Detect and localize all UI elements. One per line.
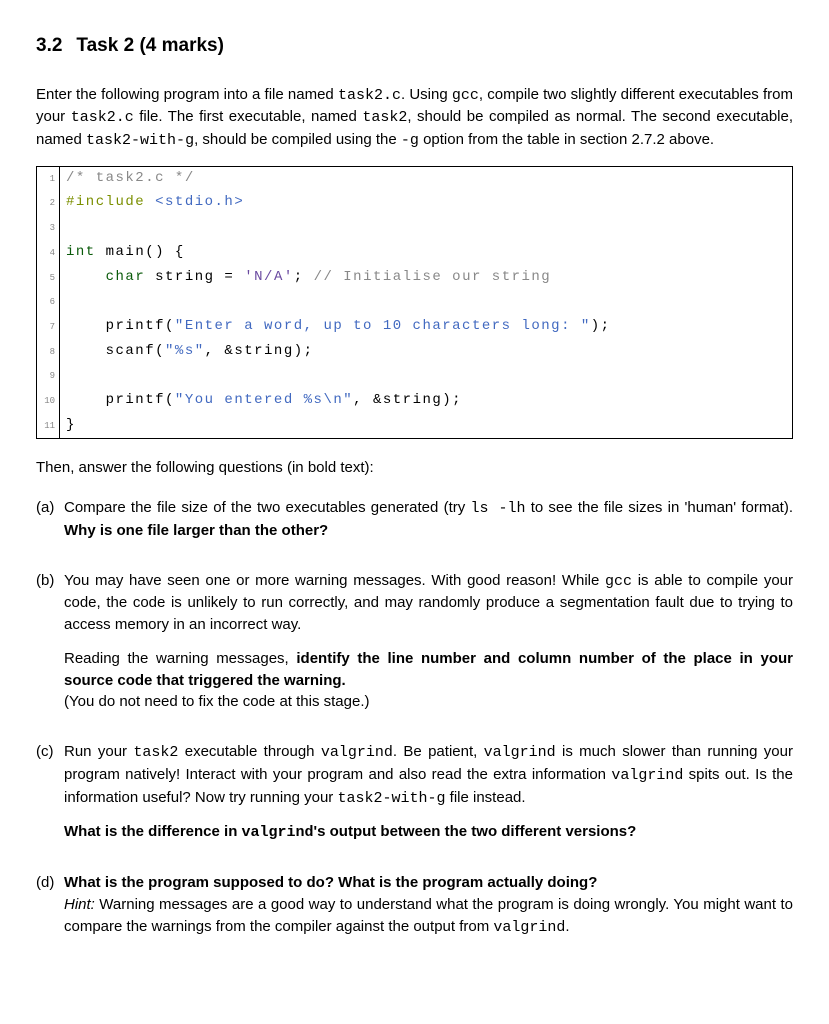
line-number: 11 <box>37 414 60 439</box>
question-list: (a) Compare the file size of the two exe… <box>36 497 793 950</box>
question-label: (c) <box>36 741 64 856</box>
code-text: /* task2.c */ <box>60 167 195 192</box>
code-line: 2#include <stdio.h> <box>37 191 792 216</box>
code-text: printf("Enter a word, up to 10 character… <box>60 315 611 340</box>
code-inline: valgrind <box>611 767 683 784</box>
line-number: 3 <box>37 216 60 241</box>
line-number: 8 <box>37 340 60 365</box>
code-inline: task2-with-g <box>86 132 194 149</box>
intro-paragraph: Enter the following program into a file … <box>36 84 793 152</box>
code-line: 5 char string = 'N/A'; // Initialise our… <box>37 266 792 291</box>
code-inline: valgrind <box>493 919 565 936</box>
code-text <box>60 290 76 315</box>
code-inline: valgrind <box>321 744 393 761</box>
line-number: 2 <box>37 191 60 216</box>
code-text: #include <stdio.h> <box>60 191 244 216</box>
question-label: (a) <box>36 497 64 554</box>
hint-label: Hint: <box>64 896 95 913</box>
code-text: printf("You entered %s\n", &string); <box>60 389 462 414</box>
code-inline: gcc <box>605 573 632 590</box>
code-inline: task2 <box>362 109 407 126</box>
code-text: } <box>60 414 76 439</box>
code-inline: task2.c <box>71 109 134 126</box>
line-number: 6 <box>37 290 60 315</box>
question-c: (c) Run your task2 executable through va… <box>36 741 793 856</box>
code-inline: ls -lh <box>470 500 525 517</box>
section-number: 3.2 <box>36 35 62 56</box>
question-b: (b) You may have seen one or more warnin… <box>36 570 793 726</box>
section-title: Task 2 (4 marks) <box>76 35 224 56</box>
code-text <box>60 364 76 389</box>
question-a: (a) Compare the file size of the two exe… <box>36 497 793 554</box>
code-inline: valgrind <box>484 744 556 761</box>
code-inline: task2-with-g <box>337 790 445 807</box>
question-d: (d) What is the program supposed to do? … <box>36 872 793 950</box>
line-number: 4 <box>37 241 60 266</box>
code-inline: task2.c <box>338 87 401 104</box>
code-inline: valgrind <box>242 824 314 841</box>
code-line: 9 <box>37 364 792 389</box>
code-listing: 1/* task2.c */2#include <stdio.h>3 4int … <box>36 166 793 440</box>
code-text: int main() { <box>60 241 185 266</box>
line-number: 7 <box>37 315 60 340</box>
code-text <box>60 216 76 241</box>
bold-question: Why is one file larger than the other? <box>64 522 328 539</box>
code-inline: task2 <box>133 744 178 761</box>
after-code-text: Then, answer the following questions (in… <box>36 457 793 479</box>
line-number: 5 <box>37 266 60 291</box>
bold-question: What is the program supposed to do? What… <box>64 874 597 891</box>
line-number: 10 <box>37 389 60 414</box>
code-line: 3 <box>37 216 792 241</box>
code-text: char string = 'N/A'; // Initialise our s… <box>60 266 551 291</box>
code-line: 8 scanf("%s", &string); <box>37 340 792 365</box>
question-label: (d) <box>36 872 64 950</box>
code-line: 6 <box>37 290 792 315</box>
code-line: 1/* task2.c */ <box>37 167 792 192</box>
code-line: 10 printf("You entered %s\n", &string); <box>37 389 792 414</box>
line-number: 9 <box>37 364 60 389</box>
code-line: 7 printf("Enter a word, up to 10 charact… <box>37 315 792 340</box>
code-inline: -g <box>401 132 419 149</box>
code-line: 11} <box>37 414 792 439</box>
question-label: (b) <box>36 570 64 726</box>
code-inline: gcc <box>452 87 479 104</box>
line-number: 1 <box>37 167 60 192</box>
code-text: scanf("%s", &string); <box>60 340 314 365</box>
bold-question: What is the difference in valgrind's out… <box>64 821 793 844</box>
section-heading: 3.2 Task 2 (4 marks) <box>36 32 793 60</box>
code-line: 4int main() { <box>37 241 792 266</box>
